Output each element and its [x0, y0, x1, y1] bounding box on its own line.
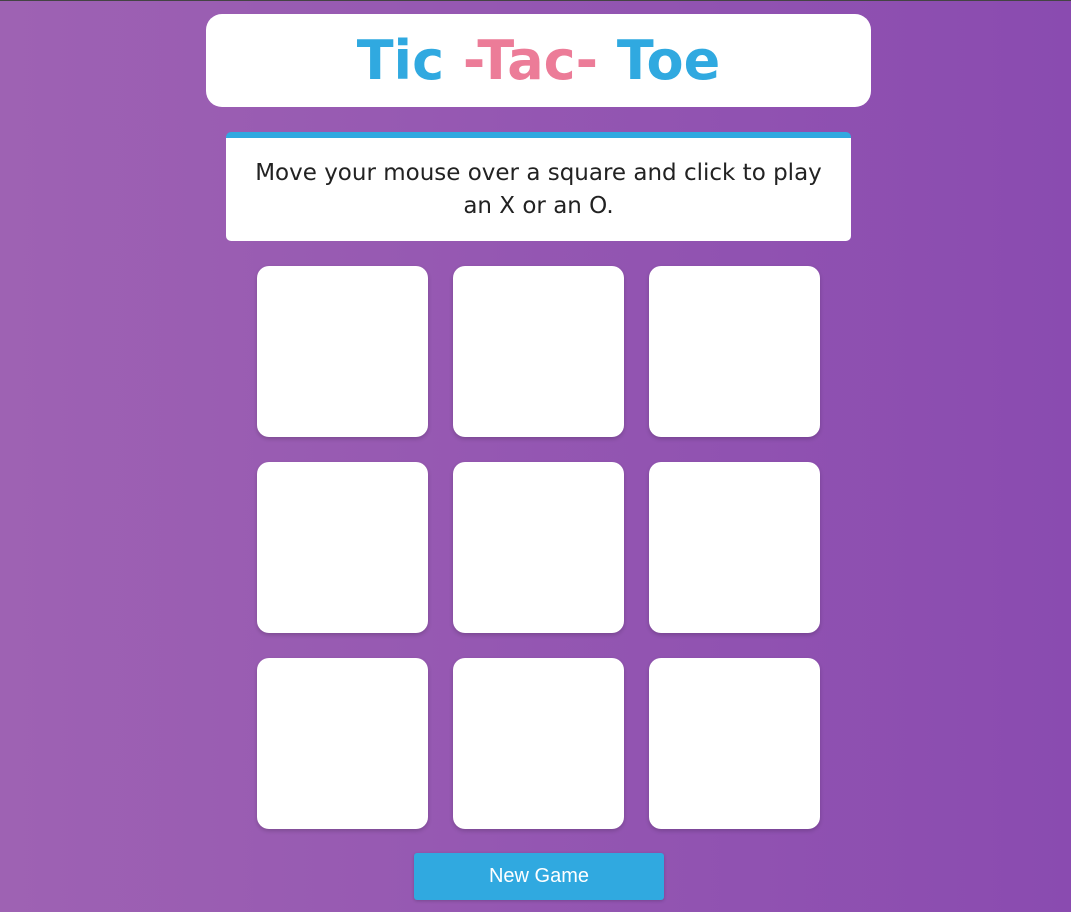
board-square-4[interactable]: [257, 462, 428, 633]
window-top-border: [0, 0, 1071, 1]
game-board: [257, 266, 820, 829]
title-toe: Toe: [616, 28, 721, 92]
new-game-button[interactable]: New Game: [414, 853, 664, 900]
page-title: Tic -Tac- Toe: [357, 33, 721, 88]
board-square-3[interactable]: [649, 266, 820, 437]
title-tac: -Tac-: [444, 28, 617, 92]
board-square-2[interactable]: [453, 266, 624, 437]
board-square-6[interactable]: [649, 462, 820, 633]
board-square-1[interactable]: [257, 266, 428, 437]
board-square-5[interactable]: [453, 462, 624, 633]
board-square-9[interactable]: [649, 658, 820, 829]
instructions-text: Move your mouse over a square and click …: [255, 159, 822, 219]
title-tic: Tic: [356, 28, 445, 92]
board-square-7[interactable]: [257, 658, 428, 829]
instructions-panel: Move your mouse over a square and click …: [226, 132, 851, 241]
title-card: Tic -Tac- Toe: [206, 14, 871, 107]
board-square-8[interactable]: [453, 658, 624, 829]
